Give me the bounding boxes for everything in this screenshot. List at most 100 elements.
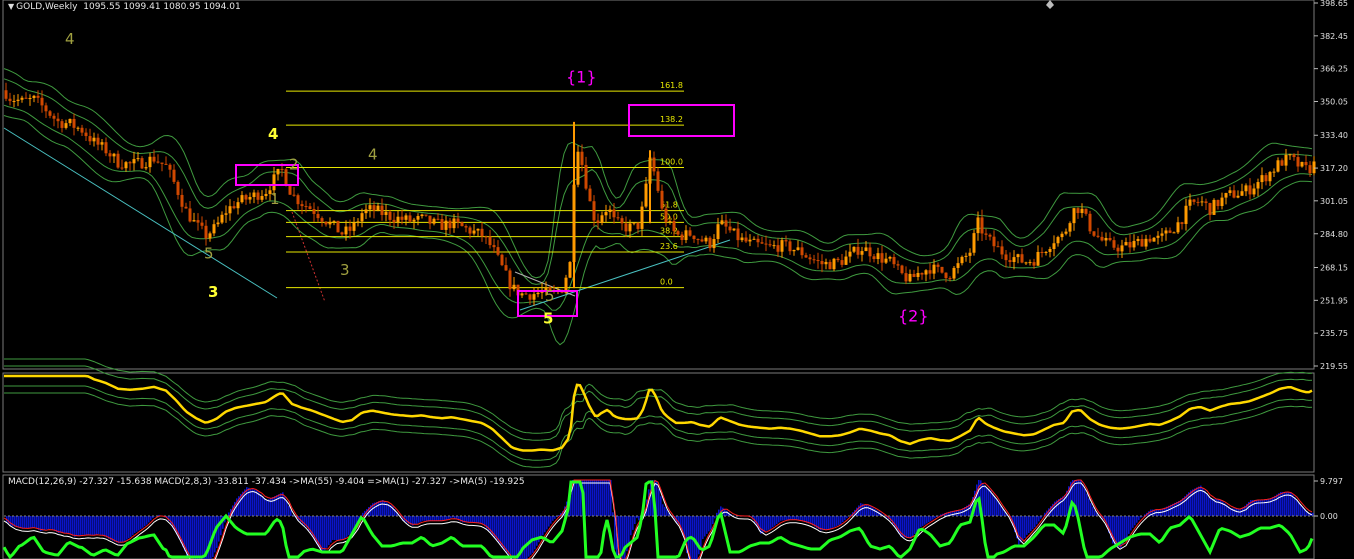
macd-histogram-bar: [274, 496, 276, 516]
macd-histogram-bar: [558, 515, 560, 516]
candle-body: [328, 221, 332, 225]
candle-body: [32, 95, 36, 99]
macd-histogram-bar: [904, 516, 906, 538]
candle-body: [492, 245, 496, 248]
macd-histogram-bar: [1082, 484, 1084, 516]
macd-histogram-bar: [120, 516, 122, 543]
candle-body: [1284, 154, 1288, 166]
price-tick-label: 382.45: [1320, 32, 1348, 41]
macd-histogram-bar: [1276, 494, 1278, 516]
price-tick-label: 350.05: [1320, 98, 1348, 107]
candle-body: [376, 205, 380, 211]
candle-body: [1240, 191, 1244, 196]
macd-histogram-bar: [414, 516, 416, 525]
macd-histogram-bar: [544, 516, 546, 533]
candle-body: [644, 183, 648, 207]
macd-histogram-bar: [554, 516, 556, 519]
macd-histogram-bar: [480, 516, 482, 524]
candle-body: [1052, 243, 1056, 250]
macd-histogram-bar: [118, 516, 120, 544]
candle-body: [240, 195, 244, 203]
candle-body: [1216, 199, 1220, 206]
candle-body: [512, 284, 516, 290]
macd-histogram-bar: [46, 516, 48, 530]
macd-histogram-bar: [190, 516, 192, 559]
candle-body: [772, 245, 776, 247]
macd-histogram-bar: [840, 516, 842, 524]
macd-histogram-bar: [1256, 500, 1258, 516]
candle-body: [460, 222, 464, 227]
candle-body: [584, 164, 588, 189]
candle-body: [1072, 208, 1076, 224]
candle-body: [836, 258, 840, 261]
wave-label: 3: [340, 261, 350, 279]
macd-histogram-bar: [542, 516, 544, 536]
candle-body: [1032, 262, 1036, 266]
macd-histogram-bar: [872, 507, 874, 516]
candle-body: [1028, 262, 1032, 264]
macd-histogram-bar: [704, 516, 706, 537]
macd-histogram-bar: [932, 516, 934, 520]
candle-body: [800, 247, 804, 256]
macd-histogram-bar: [1038, 516, 1040, 522]
macd-histogram-bar: [98, 516, 100, 535]
trendline-dotted-red: [291, 211, 326, 303]
macd-histogram-bar: [552, 516, 554, 521]
macd-histogram-bar: [346, 516, 348, 537]
candle-body: [140, 158, 144, 169]
candle-body: [924, 270, 928, 275]
candle-body: [1172, 232, 1176, 234]
candle-body: [776, 245, 780, 252]
candle-body: [1208, 203, 1212, 215]
candle-body: [180, 194, 184, 207]
candle-body: [1048, 249, 1052, 252]
macd-histogram-bar: [928, 516, 930, 523]
candle-body: [96, 137, 100, 145]
candle-body: [880, 253, 884, 263]
macd-histogram-bar: [830, 516, 832, 529]
macd-histogram-bar: [108, 516, 110, 539]
candle-body: [156, 161, 160, 163]
macd-histogram-bar: [578, 480, 580, 516]
macd-histogram-bar: [258, 492, 260, 516]
candle-body: [988, 234, 992, 237]
price-chart[interactable]: 161.8138.2100.061.850.038.223.60.0 45341…: [0, 0, 1354, 559]
candle-body: [580, 151, 584, 165]
candle-body: [52, 115, 56, 119]
macd-histogram-bar: [1142, 516, 1144, 517]
candle-body: [1020, 254, 1024, 263]
candle-body: [248, 197, 252, 200]
macd-histogram-bar: [430, 516, 432, 521]
macd-histogram-bar: [1240, 509, 1242, 516]
macd-histogram-bar: [1298, 502, 1300, 516]
bollinger-bands: [3, 68, 1313, 346]
macd-histogram-bar: [846, 516, 848, 519]
macd-histogram-bar: [516, 516, 518, 559]
drag-handle-icon[interactable]: [1046, 0, 1054, 9]
candle-body: [404, 215, 408, 220]
candle-body: [1264, 175, 1268, 182]
candle-body: [272, 174, 276, 191]
macd-histogram-bar: [148, 516, 150, 523]
candle-body: [148, 156, 152, 168]
macd-histogram-bar: [70, 516, 72, 535]
macd-histogram-bar: [332, 516, 334, 540]
macd-histogram-bar: [378, 501, 380, 516]
candle-body: [1104, 237, 1108, 241]
macd-histogram-bar: [282, 492, 284, 516]
macd-histogram-bar: [574, 480, 576, 516]
candle-body: [724, 220, 728, 227]
macd-histogram-bar: [338, 516, 340, 540]
candle-body: [1156, 235, 1160, 238]
macd-histogram-bar: [244, 489, 246, 516]
macd-histogram-bar: [776, 516, 778, 524]
macd-histogram-bar: [782, 516, 784, 521]
macd-histogram-bar: [478, 516, 480, 524]
macd-histogram-bar: [594, 480, 596, 516]
price-tick-label: 251.95: [1320, 296, 1348, 305]
macd-histogram-bar: [288, 505, 290, 516]
candle-body: [832, 258, 836, 270]
macd-histogram-bar: [926, 516, 928, 524]
macd-histogram-bar: [132, 516, 134, 535]
candle-body: [928, 270, 932, 274]
